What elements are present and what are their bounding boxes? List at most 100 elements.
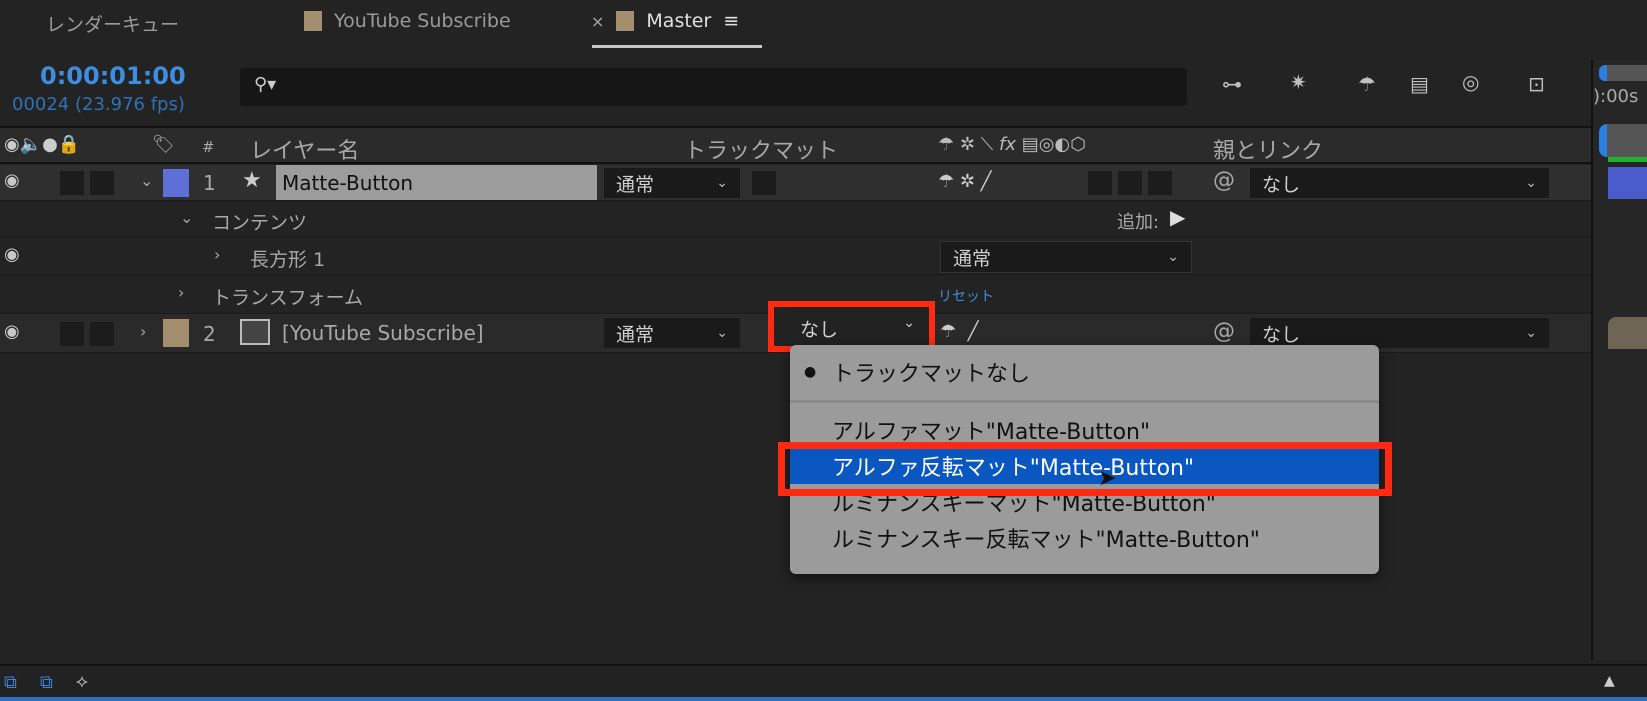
shy-layers-icon[interactable]: ☂ [1358, 72, 1376, 96]
tab-label: レンダーキュー [46, 14, 180, 36]
collapse-chevron-icon[interactable]: ⌄ [140, 171, 153, 190]
expand-chevron-icon[interactable]: › [214, 245, 220, 264]
mode-value: 通常 [616, 323, 655, 346]
contents-label: コンテンツ [212, 212, 308, 234]
chevron-down-icon: ⌄ [716, 325, 728, 341]
current-time[interactable]: 0:00:01:00 [40, 62, 186, 90]
tab-render-queue[interactable]: レンダーキュー [46, 10, 179, 37]
tab-label: YouTube Subscribe [334, 10, 511, 32]
chevron-down-icon: ⌄ [716, 175, 728, 191]
reset-link[interactable]: リセット [938, 286, 994, 306]
pick-whip-icon[interactable]: @ [1213, 168, 1235, 193]
parent-dropdown[interactable]: なし ⌄ [1250, 168, 1549, 198]
mode-value: 通常 [953, 247, 992, 270]
rectangle-label: 長方形 1 [250, 249, 326, 271]
parent-pick-whip[interactable]: @ [1213, 319, 1235, 344]
add-play-icon[interactable]: ▶ [1170, 205, 1185, 229]
mouse-cursor-icon: ➤ [1098, 466, 1117, 491]
search-icon: ⚲▾ [254, 74, 277, 95]
layer-bar-1[interactable] [1608, 167, 1647, 199]
solo-toggle[interactable] [90, 171, 114, 195]
checked-bullet-icon: ● [804, 364, 817, 380]
preserve-transparency-toggle[interactable] [752, 171, 776, 195]
column-header-row: ◉🔈●🔒 🏷 # レイヤー名 トラックマット ☂ ✲ ⟍ fx ▤◎◐⬡ 親とリ… [0, 126, 1591, 164]
parent-value: なし [1262, 323, 1301, 346]
composition-flowchart-icon[interactable]: ⊶ [1222, 72, 1242, 96]
switch-box[interactable] [1118, 171, 1142, 195]
eye-icon[interactable]: ◉ [4, 244, 26, 265]
label-color[interactable] [163, 319, 189, 347]
expand-chevron-icon[interactable]: › [140, 322, 146, 341]
close-icon[interactable]: × [591, 12, 604, 31]
tab-master[interactable]: × Master ≡ [591, 10, 739, 32]
layer-number: 1 [203, 171, 216, 195]
shape-layer-star-icon: ★ [242, 168, 262, 193]
active-tab-underline [592, 45, 762, 48]
mode-dropdown[interactable]: 通常 ⌄ [604, 318, 740, 348]
tab-youtube-subscribe[interactable]: YouTube Subscribe [304, 10, 511, 32]
parent-dropdown[interactable]: なし ⌄ [1250, 318, 1549, 348]
column-parent-link[interactable]: 親とリンク [1213, 133, 1323, 165]
zoom-mountain-icon[interactable]: ▲ [1604, 673, 1615, 689]
draft-3d-icon[interactable]: ✷ [1290, 70, 1307, 94]
work-area-bar[interactable] [1599, 65, 1647, 81]
layer-switches[interactable]: ☂ ╱ [940, 321, 978, 342]
label-color[interactable] [163, 169, 189, 197]
fx-icon: fx [998, 134, 1016, 155]
current-time-indicator[interactable] [1599, 124, 1647, 157]
audio-toggle[interactable] [60, 322, 84, 346]
contents-row[interactable]: ⌄ コンテンツ 追加: ▶ [0, 201, 1591, 238]
label-tag-icon: 🏷 [152, 134, 175, 155]
expand-chevron-icon[interactable]: › [178, 283, 184, 302]
column-av-features: ◉🔈●🔒 [4, 134, 81, 155]
menu-item-no-track-matte[interactable]: ● トラックマットなし [790, 354, 1379, 390]
timeline-panel[interactable]: ):00s [1591, 60, 1647, 660]
layer-switches[interactable]: ☂ ✲ ╱ [938, 171, 992, 192]
render-bar [1608, 157, 1647, 162]
frame-blending-icon[interactable]: ▤ [1410, 72, 1429, 96]
menu-item-label: トラックマットなし [832, 362, 1031, 387]
audio-toggle[interactable] [60, 171, 84, 195]
search-input[interactable]: ⚲▾ [240, 68, 1187, 106]
layer-row-1[interactable]: ◉ ⌄ 1 ★ Matte-Button 通常 ⌄ ☂ ✲ ╱ @ なし ⌄ [0, 165, 1591, 201]
highlight-annotation-box [778, 442, 1392, 496]
chevron-down-icon: ⌄ [1167, 249, 1179, 265]
layer-name[interactable]: [YouTube Subscribe] [282, 321, 484, 345]
eye-icon[interactable]: ◉ [4, 321, 26, 342]
solo-toggle[interactable] [90, 322, 114, 346]
layer-switches-pane-icon[interactable]: ⧉ [4, 672, 17, 693]
mode-dropdown[interactable]: 通常 ⌄ [604, 168, 740, 198]
track-matte-value: なし [800, 319, 839, 341]
graph-editor-icon[interactable]: ⊡ [1528, 72, 1545, 96]
chevron-down-icon: ⌄ [903, 315, 915, 331]
comp-color-swatch [616, 11, 635, 31]
add-label: 追加: [1117, 212, 1160, 233]
switches-icons: ☂ ✲ ⟍ fx ▤◎◐⬡ [938, 134, 1086, 155]
motion-blur-icon[interactable]: ◎ [1462, 70, 1479, 94]
transform-label: トランスフォーム [212, 287, 364, 309]
menu-separator [790, 400, 1379, 403]
comp-color-swatch [304, 11, 322, 31]
menu-item-luma-inverted-matte[interactable]: ルミナンスキー反転マット"Matte-Button" [790, 520, 1379, 556]
eye-icon[interactable]: ◉ [4, 170, 26, 191]
panel-menu-icon[interactable]: ≡ [723, 10, 739, 32]
layer-number: 2 [203, 322, 216, 346]
blend-mode-dropdown[interactable]: 通常 ⌄ [940, 241, 1192, 273]
parent-value: なし [1262, 173, 1301, 196]
mode-value: 通常 [616, 173, 655, 196]
switch-box[interactable] [1088, 171, 1112, 195]
expand-chevron-icon[interactable]: ⌄ [180, 208, 193, 227]
in-out-pane-icon[interactable]: ⟡ [76, 671, 88, 692]
rectangle-row[interactable]: ◉ › 長方形 1 通常 ⌄ [0, 238, 1591, 275]
layer-bar-2[interactable] [1608, 317, 1647, 349]
chevron-down-icon: ⌄ [1525, 325, 1537, 341]
column-track-matte[interactable]: トラックマット [684, 133, 838, 165]
column-layer-name[interactable]: レイヤー名 [250, 133, 359, 165]
column-number: # [202, 138, 215, 156]
layer-name[interactable]: Matte-Button [276, 165, 597, 200]
chevron-down-icon: ⌄ [1525, 175, 1537, 191]
precomp-icon [240, 319, 270, 345]
switch-box[interactable] [1148, 171, 1172, 195]
transfer-controls-pane-icon[interactable]: ⧉ [40, 672, 53, 693]
frame-count: 00024 (23.976 fps) [12, 94, 185, 115]
